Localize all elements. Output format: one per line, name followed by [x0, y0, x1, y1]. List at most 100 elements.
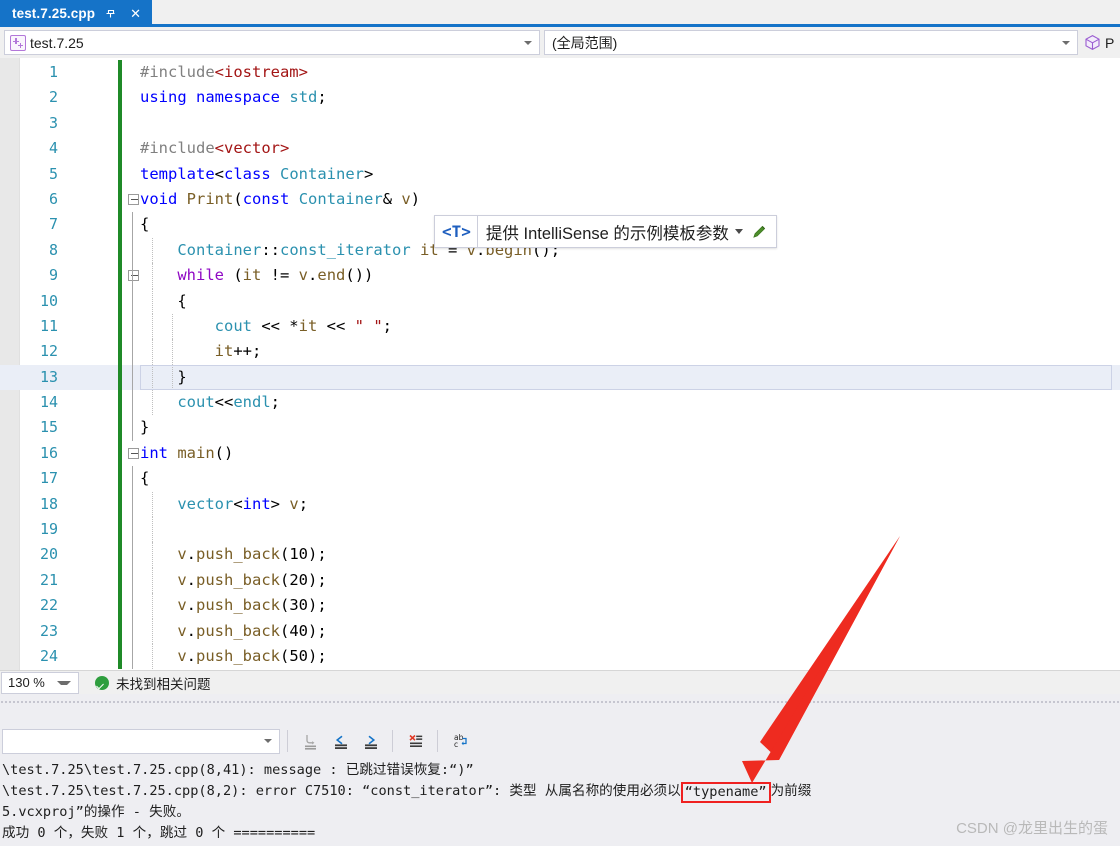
- chevron-down-icon[interactable]: [57, 680, 71, 685]
- code-line[interactable]: 12 it++;: [0, 339, 1120, 365]
- code-text: vector<int> v;: [177, 494, 309, 513]
- find-next-message-icon[interactable]: [355, 727, 385, 755]
- change-bar: [118, 593, 122, 619]
- visual-studio-window: test.7.25.cpp ✕ test.7.25 (全局范围) P 1 #in…: [0, 0, 1120, 846]
- change-bar: [118, 618, 122, 644]
- collapse-icon[interactable]: [128, 193, 139, 205]
- indent-guide: [132, 415, 133, 441]
- code-line[interactable]: 24 v.push_back(50);: [0, 643, 1120, 670]
- code-text: {: [140, 469, 150, 488]
- problems-status[interactable]: 未找到相关问题: [95, 673, 211, 693]
- code-line[interactable]: 16 int main(): [0, 440, 1120, 467]
- chevron-down-icon[interactable]: [264, 739, 272, 743]
- typename-highlight-box: “typename”: [680, 782, 771, 803]
- chevron-down-icon[interactable]: [734, 229, 743, 234]
- output-error-suffix: 为前缀: [770, 783, 812, 799]
- code-line[interactable]: 20 v.push_back(10);: [0, 542, 1120, 568]
- close-icon[interactable]: ✕: [128, 7, 143, 20]
- output-source-dropdown[interactable]: [2, 728, 280, 754]
- indent-guide: [132, 313, 133, 340]
- svg-text:c: c: [454, 740, 458, 749]
- panel-splitter[interactable]: [0, 694, 1120, 722]
- code-line[interactable]: 6 void Print(const Container& v): [0, 186, 1120, 213]
- line-number: 16: [39, 443, 58, 462]
- code-line[interactable]: 23 v.push_back(40);: [0, 618, 1120, 644]
- output-pane[interactable]: \test.7.25\test.7.25.cpp(8,41): message …: [0, 760, 1120, 846]
- indent-guide: [152, 517, 153, 543]
- line-number: 19: [39, 520, 58, 539]
- code-text: {: [140, 291, 187, 310]
- code-line[interactable]: 10 {: [0, 288, 1120, 314]
- member-scope-dropdown[interactable]: (全局范围): [544, 30, 1078, 55]
- code-text: v.push_back(40);: [177, 621, 327, 640]
- pencil-icon[interactable]: [751, 223, 768, 240]
- toolbar-separator: [392, 730, 393, 752]
- package-indicator[interactable]: P: [1084, 34, 1114, 51]
- toolbar-separator: [437, 730, 438, 752]
- project-scope-dropdown[interactable]: test.7.25: [4, 30, 540, 55]
- change-bar: [118, 85, 122, 111]
- tab-title: test.7.25.cpp: [12, 6, 96, 21]
- code-line[interactable]: 4 #include<vector>: [0, 136, 1120, 162]
- change-bar: [118, 440, 122, 467]
- change-bar: [118, 110, 122, 137]
- indent-guide: [132, 643, 133, 670]
- code-line[interactable]: 11 cout << *it << " ";: [0, 313, 1120, 340]
- cpp-file-icon: [10, 34, 26, 51]
- code-line[interactable]: 17 {: [0, 466, 1120, 492]
- output-error-prefix: \test.7.25\test.7.25.cpp(8,2): error C75…: [2, 783, 681, 799]
- change-bar: [118, 643, 122, 670]
- intellisense-message: 提供 IntelliSense 的示例模板参数: [485, 224, 729, 243]
- output-line: 5.vcxproj”的操作 - 失败。: [2, 804, 190, 820]
- change-bar: [118, 491, 122, 518]
- change-bar: [118, 542, 122, 568]
- code-line[interactable]: 22 v.push_back(30);: [0, 593, 1120, 619]
- code-line[interactable]: 14 cout<<endl;: [0, 390, 1120, 416]
- collapse-icon[interactable]: [128, 270, 139, 282]
- code-text: }: [140, 418, 150, 437]
- code-line[interactable]: 13 }: [0, 364, 1120, 391]
- line-number: 9: [48, 266, 58, 285]
- pin-icon[interactable]: [104, 7, 119, 20]
- indent-guide: [132, 618, 133, 644]
- code-line[interactable]: 5 template<class Container>: [0, 161, 1120, 187]
- chevron-down-icon[interactable]: [1062, 40, 1070, 45]
- indent-guide: [132, 390, 133, 416]
- indent-guide: [132, 491, 133, 518]
- line-number: 1: [48, 63, 58, 81]
- code-editor[interactable]: 1 #include<iostream> 2 using namespace std;…: [0, 58, 1120, 670]
- indent-guide: [132, 466, 133, 492]
- code-line[interactable]: 9 while (it != v.end()): [0, 263, 1120, 289]
- toggle-word-wrap-icon[interactable]: ab c: [445, 727, 475, 755]
- code-line[interactable]: 18 vector<int> v;: [0, 491, 1120, 518]
- code-line[interactable]: 2 using namespace std;: [0, 85, 1120, 111]
- output-line-summary: 成功 0 个，失败 1 个，跳过 0 个 ==========: [2, 825, 316, 841]
- member-scope-value: (全局范围): [552, 34, 618, 51]
- find-previous-message-icon[interactable]: [325, 727, 355, 755]
- change-bar: [118, 364, 122, 391]
- code-line[interactable]: 1 #include<iostream>: [0, 60, 1120, 86]
- code-text: v.push_back(20);: [177, 570, 327, 589]
- go-to-output-icon[interactable]: [295, 727, 325, 755]
- code-line[interactable]: 15}: [0, 415, 1120, 441]
- splitter-grip[interactable]: [0, 700, 1120, 704]
- clear-all-icon[interactable]: [400, 727, 430, 755]
- indent-guide: [132, 593, 133, 619]
- intellisense-template-hint[interactable]: <T> 提供 IntelliSense 的示例模板参数: [434, 215, 777, 248]
- code-text: cout<<endl;: [177, 393, 280, 412]
- toolbar-separator: [287, 730, 288, 752]
- problems-status-label: 未找到相关问题: [116, 676, 211, 692]
- code-line[interactable]: 21 v.push_back(20);: [0, 567, 1120, 594]
- check-circle-icon: [95, 675, 109, 690]
- chevron-down-icon[interactable]: [524, 40, 532, 45]
- line-number: 13: [39, 367, 58, 386]
- code-line[interactable]: 3: [0, 110, 1120, 137]
- editor-status-bar: 130 % 未找到相关问题: [0, 670, 1120, 694]
- document-tab-test-cpp[interactable]: test.7.25.cpp ✕: [0, 0, 153, 27]
- intellisense-tag: <T>: [435, 216, 478, 247]
- code-line[interactable]: 19: [0, 517, 1120, 543]
- indent-guide: [132, 542, 133, 568]
- zoom-level-dropdown[interactable]: 130 %: [1, 671, 79, 694]
- code-text: #include<vector>: [140, 139, 290, 158]
- collapse-icon[interactable]: [128, 447, 139, 459]
